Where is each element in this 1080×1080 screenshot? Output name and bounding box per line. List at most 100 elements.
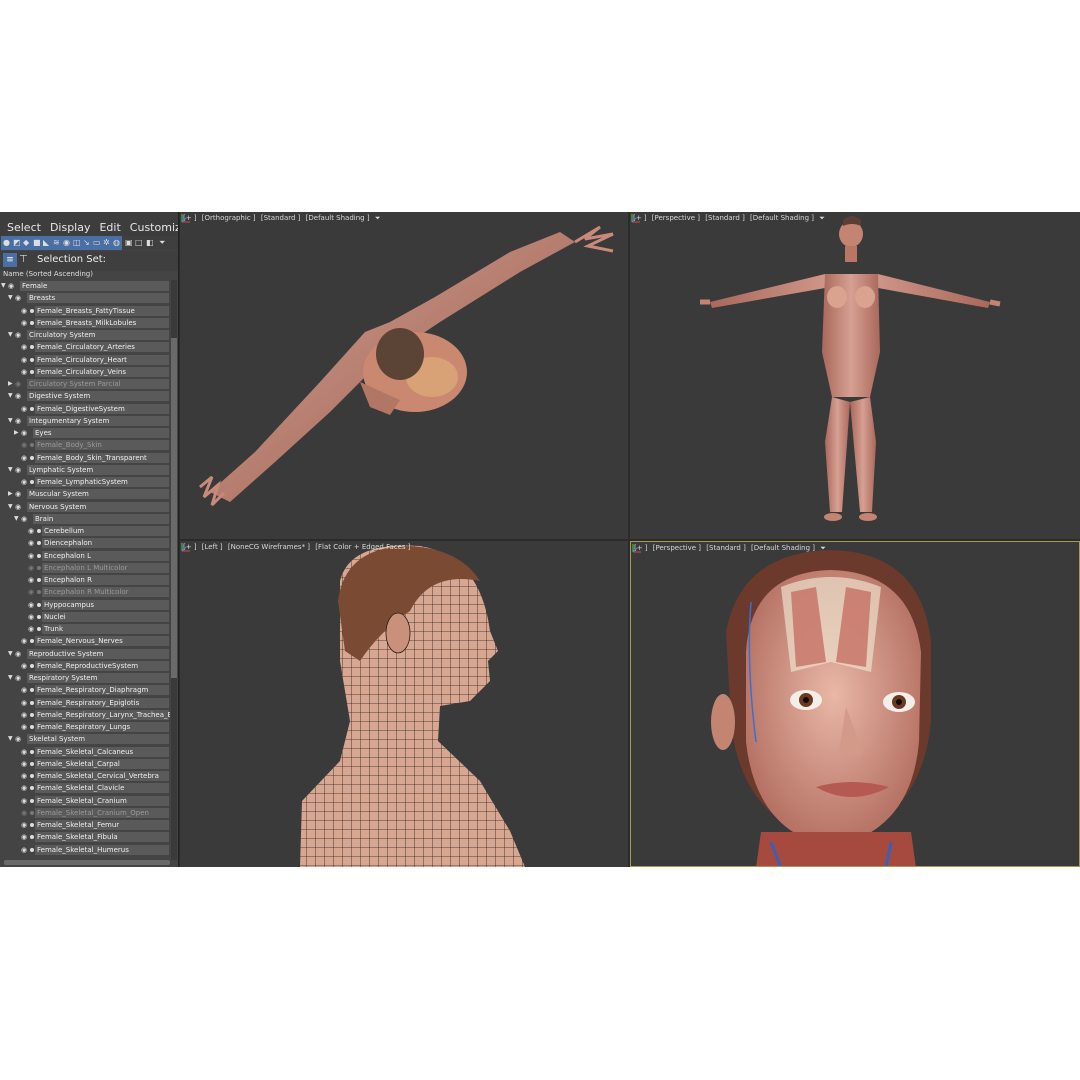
viewport-view-label[interactable]: [Perspective ] [652,214,700,222]
menu-display[interactable]: Display [50,220,91,236]
eye-icon[interactable]: ◉ [21,341,27,353]
viewport-perspective-face[interactable]: [+ ] [Perspective ] [Standard ] [Default… [630,541,1080,867]
viewport-shading-label[interactable]: [Default Shading ] [750,214,814,222]
tree-row[interactable]: ◉ Encephalon R Multicolor [0,586,170,598]
menu-edit[interactable]: Edit [99,220,120,236]
tree-row[interactable]: ◉ Cerebellum [0,525,170,537]
viewport-perspective-body[interactable]: [+ ] [Perspective ] [Standard ] [Default… [630,212,1080,539]
eye-icon[interactable]: ◉ [21,844,27,856]
eye-icon[interactable]: ◉ [21,697,27,709]
eye-icon[interactable]: ◉ [21,782,27,794]
container-filter-icon[interactable]: ▭ [93,238,101,248]
tree-row[interactable]: ◉ Female_Skeletal_Humerus [0,844,170,856]
filter-icon[interactable]: ⏷ [819,214,825,222]
helper-filter-icon[interactable]: ◣ [43,238,49,248]
eye-icon[interactable]: ◉ [15,648,21,660]
tree-row[interactable]: ◉ Female_Circulatory_Heart [0,354,170,366]
display-all-icon[interactable]: ▣ [125,238,133,248]
tree-row[interactable]: ◉ Female_LymphaticSystem [0,476,170,488]
eye-icon[interactable]: ◉ [21,758,27,770]
group-filter-icon[interactable]: ◉ [63,238,70,248]
collapse-triangle-icon[interactable]: ▼ [14,513,19,525]
eye-icon[interactable]: ◉ [21,403,27,415]
eye-icon[interactable]: ◉ [28,574,34,586]
selection-set-label[interactable]: Selection Set: [37,254,106,265]
eye-icon[interactable]: ◉ [28,611,34,623]
eye-icon[interactable]: ◉ [15,378,21,390]
collapse-triangle-icon[interactable]: ▼ [8,329,13,341]
collapse-triangle-icon[interactable]: ▼ [1,280,6,292]
tree-row[interactable]: ◉ Female_DigestiveSystem [0,403,170,415]
viewport-shading-label[interactable]: [Flat Color + Edged Faces ] [315,543,410,551]
vertical-scrollbar[interactable] [171,280,177,860]
tree-row[interactable]: ▼ ◉ Breasts [0,292,170,304]
eye-icon[interactable]: ◉ [15,415,21,427]
eye-icon[interactable]: ◉ [21,770,27,782]
tree-row[interactable]: ◉ Female_Skeletal_Cranium_Open [0,807,170,819]
tree-row[interactable]: ▶ ◉ Circulatory System Parcial [0,378,170,390]
spacewarp-filter-icon[interactable]: ≋ [53,238,60,248]
eye-icon[interactable]: ◉ [21,305,27,317]
eye-icon[interactable]: ◉ [21,709,27,721]
viewport-label[interactable]: [+ ] [Left ] [NoneCG Wireframes* ] [Flat… [183,543,414,551]
invert-display-icon[interactable]: ◧ [146,238,154,248]
tree-row[interactable]: ◉ Female_Circulatory_Veins [0,366,170,378]
eye-icon[interactable]: ◉ [21,439,27,451]
eye-icon[interactable]: ◉ [21,317,27,329]
collapse-triangle-icon[interactable]: ▼ [8,672,13,684]
tree-row[interactable]: ◉ Female_Skeletal_Carpal [0,758,170,770]
tree-row[interactable]: ◉ Female_Circulatory_Arteries [0,341,170,353]
tree-row[interactable]: ▼ ◉ Lymphatic System [0,464,170,476]
filter-icon[interactable]: ⏷ [159,238,165,248]
eye-icon[interactable]: ◉ [28,562,34,574]
expand-triangle-icon[interactable]: ▶ [8,488,13,500]
tree-row[interactable]: ◉ Encephalon L [0,550,170,562]
tree-row[interactable]: ◉ Nuclei [0,611,170,623]
viewport-view-label[interactable]: [Left ] [202,543,223,551]
hierarchy-icon[interactable]: ⊤ [19,253,28,267]
layers-icon[interactable]: ≡ [3,253,17,267]
tree-row[interactable]: ◉ Hyppocampus [0,599,170,611]
horizontal-scrollbar[interactable] [4,860,170,865]
collapse-triangle-icon[interactable]: ▼ [8,464,13,476]
bone-filter-icon[interactable]: ↘ [83,238,90,248]
tree-row[interactable]: ◉ Female_Skeletal_Femur [0,819,170,831]
eye-icon[interactable]: ◉ [8,280,14,292]
tree-row[interactable]: ◉ Encephalon L Multicolor [0,562,170,574]
viewport-left-wireframe[interactable]: [+ ] [Left ] [NoneCG Wireframes* ] [Flat… [180,541,628,867]
eye-icon[interactable]: ◉ [21,635,27,647]
eye-icon[interactable]: ◉ [15,329,21,341]
filter-icon[interactable]: ⏷ [375,214,381,222]
eye-icon[interactable]: ◉ [21,819,27,831]
tree-row[interactable]: ▼ ◉ Skeletal System [0,733,170,745]
column-header-name[interactable]: Name (Sorted Ascending) [0,268,178,280]
eye-icon[interactable]: ◉ [21,660,27,672]
viewport-shading-label[interactable]: [Default Shading ] [751,544,815,552]
eye-icon[interactable]: ◉ [28,550,34,562]
light-filter-icon[interactable]: ◆ [23,238,29,248]
tree-row[interactable]: ◉ Female_Skeletal_Cervical_Vertebra [0,770,170,782]
object-filter-icon[interactable]: ● [3,238,10,248]
tree-row[interactable]: ▼ ◉ Brain [0,513,170,525]
tree-row[interactable]: ▼ ◉ Reproductive System [0,648,170,660]
eye-icon[interactable]: ◉ [15,464,21,476]
tree-row[interactable]: ◉ Female_Nervous_Nerves [0,635,170,647]
display-none-icon[interactable]: □ [135,238,143,248]
eye-icon[interactable]: ◉ [21,354,27,366]
eye-icon[interactable]: ◉ [28,525,34,537]
expand-triangle-icon[interactable]: ▶ [14,427,19,439]
tree-row[interactable]: ◉ Female_Respiratory_Epiglotis [0,697,170,709]
viewport-label[interactable]: [+ ] [Perspective ] [Standard ] [Default… [634,544,829,553]
tree-row[interactable]: ▼ ◉ Nervous System [0,501,170,513]
tree-row[interactable]: ◉ Female_Breasts_MilkLobules [0,317,170,329]
eye-icon[interactable]: ◉ [15,733,21,745]
viewport-render-label[interactable]: [Standard ] [706,544,746,552]
viewport-view-label[interactable]: [Orthographic ] [202,214,256,222]
tree-row[interactable]: ▼ ◉ Circulatory System [0,329,170,341]
collapse-triangle-icon[interactable]: ▼ [8,390,13,402]
camera-filter-icon[interactable]: ■ [33,238,41,248]
scrollbar-thumb[interactable] [171,338,177,678]
eye-icon[interactable]: ◉ [15,488,21,500]
eye-icon[interactable]: ◉ [21,831,27,843]
collapse-triangle-icon[interactable]: ▼ [8,415,13,427]
